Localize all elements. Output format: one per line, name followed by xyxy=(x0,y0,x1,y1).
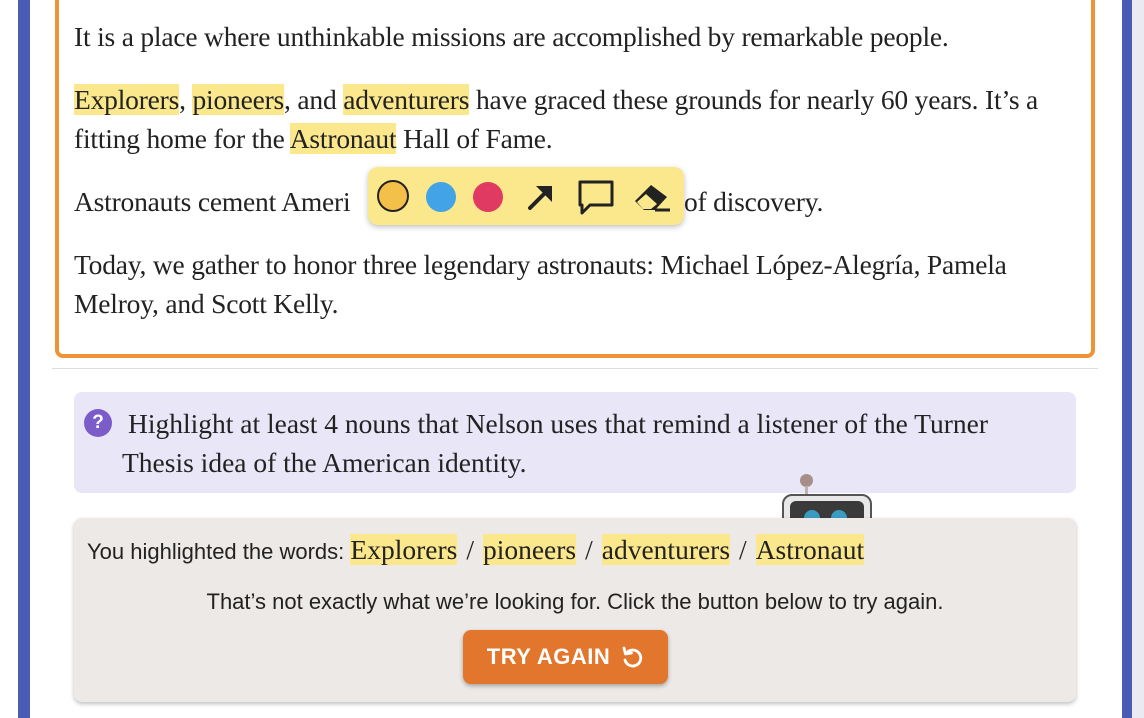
try-again-button[interactable]: TRY AGAIN xyxy=(463,630,668,684)
red-highlighter-icon[interactable] xyxy=(473,182,503,212)
right-frame-bar xyxy=(1122,0,1132,718)
highlight-pioneers[interactable]: pioneers xyxy=(192,84,284,115)
question-prompt: Highlight at least 4 nouns that Nelson u… xyxy=(122,408,989,478)
passage-paragraph-3-end: of discovery. xyxy=(684,186,824,217)
retry-icon xyxy=(622,646,643,668)
feedback-message: That’s not exactly what we’re looking fo… xyxy=(206,589,944,614)
right-edge-strip xyxy=(1132,0,1144,718)
left-frame-bar xyxy=(18,0,30,718)
feedback-word: Astronaut xyxy=(755,534,865,565)
blue-highlighter-icon[interactable] xyxy=(426,182,456,212)
section-divider xyxy=(52,368,1098,369)
highlight-explorers[interactable]: Explorers xyxy=(74,84,179,115)
passage-text: , and xyxy=(284,84,344,115)
eraser-icon[interactable] xyxy=(632,179,672,215)
feedback-highlighted-words: You highlighted the words: Explorers / pio… xyxy=(87,530,865,570)
try-again-label: TRY AGAIN xyxy=(486,644,611,669)
arrow-icon[interactable] xyxy=(524,180,558,214)
passage-paragraph-4: Today, we gather to honor three legendar… xyxy=(74,249,1007,319)
passage-paragraph-1: It is a place where unthinkable missions… xyxy=(74,21,949,52)
highlight-astronaut[interactable]: Astronaut xyxy=(289,123,397,154)
passage-text: , xyxy=(179,84,193,115)
annotation-toolbar xyxy=(368,167,684,225)
question-mark-icon: ? xyxy=(84,409,112,437)
passage-text: Hall of Fame. xyxy=(396,123,553,154)
comment-icon[interactable] xyxy=(576,178,616,218)
passage-paragraph-2: Explorers, pioneers, and adventurers hav… xyxy=(74,80,1079,158)
feedback-prefix: You highlighted the words: xyxy=(87,539,351,564)
feedback-separator: / xyxy=(585,534,593,565)
feedback-separator: / xyxy=(739,534,747,565)
passage-paragraph-3-start: Astronauts cement Ameri xyxy=(74,186,351,217)
yellow-highlighter-icon[interactable] xyxy=(377,180,409,212)
highlight-adventurers[interactable]: adventurers xyxy=(343,84,469,115)
feedback-word: Explorers xyxy=(350,534,458,565)
feedback-separator: / xyxy=(466,534,474,565)
feedback-word: pioneers xyxy=(482,534,577,565)
feedback-word: adventurers xyxy=(601,534,731,565)
